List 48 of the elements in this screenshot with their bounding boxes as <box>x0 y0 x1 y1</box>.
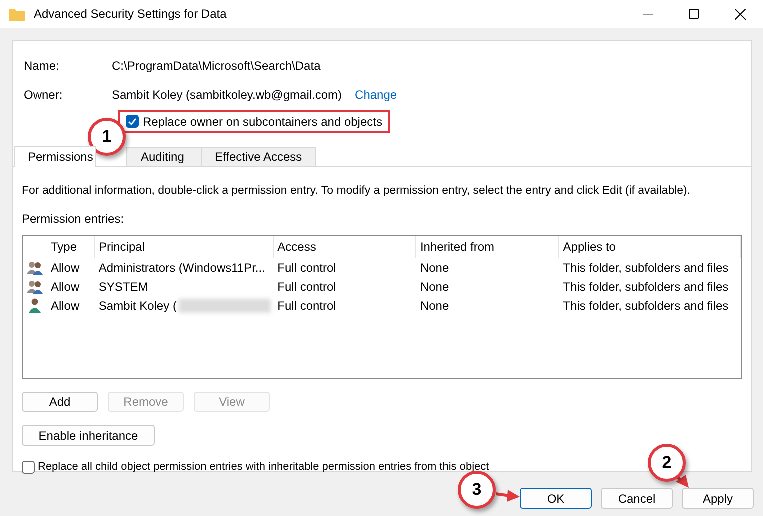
table-row[interactable]: Allow Administrators (Windows11Pr... Full control None This folder, subfolders and files <box>23 258 741 278</box>
table-cell-text: This folder, subfolders and files <box>562 298 730 315</box>
tab[interactable]: Auditing <box>126 147 202 166</box>
table-cell-text: None <box>419 278 450 296</box>
users-icon <box>26 260 43 275</box>
info-text: For additional information, double-click a permission entry. To modify a permission entry, select the entry and click Edit (if available). <box>22 184 692 199</box>
arrow-annotation <box>496 490 520 502</box>
dialog-button[interactable]: OK <box>520 488 592 509</box>
checkbox[interactable] <box>126 115 139 128</box>
enable-inheritance-button[interactable]: Enable inheritance <box>22 425 155 446</box>
table-cell-text: SYSTEM <box>98 278 148 296</box>
owner-label: Owner: <box>24 87 64 104</box>
table-cell-text: Allow <box>50 298 81 315</box>
table-row[interactable]: Allow Sambit Koley ( Full control None This folder, subfolders and files <box>23 296 741 316</box>
users-icon <box>26 280 43 294</box>
column-header[interactable]: Type <box>47 236 95 258</box>
step-number-badge: 3 <box>458 471 496 509</box>
table-cell-text: This folder, subfolders and files <box>562 278 730 296</box>
table-cell-text: Full control <box>276 260 338 277</box>
checkbox-label: Replace owner on subcontainers and objects <box>143 114 382 130</box>
table-cell-text: Allow <box>50 260 81 277</box>
entries-label: Permission entries: <box>22 211 126 228</box>
tab[interactable]: Effective Access <box>201 147 316 166</box>
column-header[interactable]: Access <box>274 236 416 258</box>
user-icon <box>28 298 41 314</box>
table-cell-text: Allow <box>50 278 81 296</box>
table-cell-text: None <box>419 298 450 315</box>
folder-icon <box>9 8 25 20</box>
table-cell-text: Full control <box>276 298 338 315</box>
window-title: Advanced Security Settings for Data <box>34 6 227 23</box>
table-cell-text: None <box>419 260 450 277</box>
entry-button[interactable]: Add <box>22 392 98 412</box>
checkbox[interactable] <box>22 461 35 474</box>
table-cell-text: Full control <box>276 278 338 296</box>
owner-value: Sambit Koley (sambitkoley.wb@gmail.com) <box>112 87 342 104</box>
column-header[interactable]: Inherited from <box>416 236 560 258</box>
table-cell-text: Administrators (Windows11Pr... <box>98 260 266 277</box>
column-header[interactable]: Applies to <box>559 236 741 258</box>
table-cell-text: Sambit Koley ( <box>98 298 177 315</box>
table-cell-text: This folder, subfolders and files <box>562 260 730 277</box>
tab[interactable]: Permissions <box>14 146 96 167</box>
name-value: C:\ProgramData\Microsoft\Search\Data <box>112 58 321 75</box>
dialog-button[interactable]: Cancel <box>601 488 673 509</box>
table-row[interactable]: Allow SYSTEM Full control None This folder, subfolders and files <box>23 277 741 296</box>
dialog-button[interactable]: Apply <box>682 488 754 509</box>
change-link[interactable]: Change <box>355 86 398 104</box>
name-label: Name: <box>24 58 60 75</box>
column-header[interactable]: Principal <box>94 236 274 258</box>
